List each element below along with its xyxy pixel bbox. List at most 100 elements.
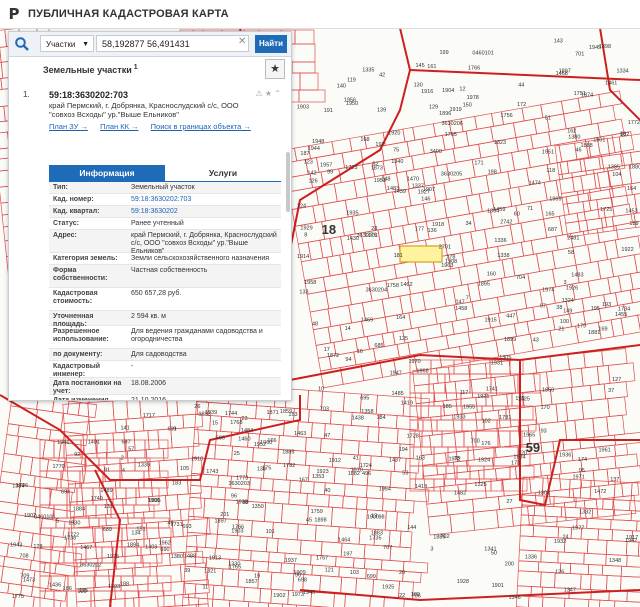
parcel-number-label: 1961 [599, 447, 611, 453]
parcel-number-label: 166 [267, 438, 276, 444]
parcel-number-label: 1772 [628, 120, 640, 126]
parcel-number-label: 1385 [608, 165, 620, 171]
parcel-number-label: 1971 [573, 474, 585, 480]
parcel-number-label: 24 [563, 535, 569, 541]
parcel-number-label: 1472 [594, 489, 606, 495]
attribute-key: Кад. номер: [53, 196, 94, 203]
parcel-number-label: 1339 [138, 463, 150, 469]
parcel-number-label: 3630206 [442, 121, 463, 127]
search-input[interactable]: 58,192877 56,491431 [96, 35, 249, 52]
result-action-icons[interactable]: ⚠ ★ ⌃ [256, 89, 282, 98]
parcel-number-label: 1942 [625, 538, 637, 544]
clear-icon[interactable]: ✕ [238, 36, 246, 47]
parcel-number-label: 690 [160, 547, 169, 553]
result-number: 1. [23, 90, 30, 99]
result-item[interactable]: 1. 59:18:3630202:703 край Пермский, г. Д… [23, 87, 282, 131]
parcel-number-label: 136 [428, 228, 437, 234]
parcel-number-label: 1921 [477, 394, 489, 400]
plan-kk-link[interactable]: План КК → [100, 122, 139, 131]
attribute-row: Кад. номер: 59:18:3630202:703 [49, 194, 281, 206]
tab-information[interactable]: Информация [49, 165, 165, 181]
parcel-number-label: 1470 [407, 176, 419, 182]
parcel-number-label: 1978 [467, 95, 479, 101]
parcel-number-label: 104 [612, 172, 621, 178]
parcel-number-label: 143 [554, 38, 563, 44]
parcel-number-label: 1939 [205, 410, 217, 416]
parcel-number-label: 180 [411, 592, 420, 598]
parcel-number-label: 167 [299, 478, 308, 484]
parcel-number-label: 48 [312, 321, 318, 327]
parcel-number-label: 3 [430, 546, 433, 552]
parcel-number-label: 164 [627, 186, 636, 192]
parcel-number-label: 140 [337, 84, 346, 90]
parcel-number-label: 177 [415, 226, 424, 232]
search-row: Участки ▼ 58,192877 56,491431 ✕ Найти [9, 32, 291, 57]
parcel-number-label: 1455 [615, 312, 627, 318]
find-button[interactable]: Найти [255, 35, 287, 53]
attribute-value: 2 594 кв. м [131, 313, 166, 320]
parcel-number-label: 45 [306, 517, 312, 523]
search-type-select[interactable]: Участки ▼ [40, 35, 94, 52]
parcel-number-label: 179 [577, 324, 586, 330]
attribute-key: Кадастровый инженер: [53, 363, 101, 378]
parcel-number-label: 14 [345, 326, 351, 332]
parcel-number-label: 125 [399, 336, 408, 342]
parcel-number-label: 1915 [485, 318, 497, 324]
parcel-number-label: 137 [610, 477, 619, 483]
parcel-number-label: 1453 [625, 209, 637, 215]
parcel-number-label: 1334 [617, 69, 629, 75]
parcel-number-label: 43 [533, 337, 539, 343]
results-header: Земельные участки 1 ★ [9, 57, 291, 81]
parcel-number-label: 19 [254, 574, 260, 580]
parcel-number-label: 1933 [453, 415, 465, 421]
parcel-number-label: 117 [460, 390, 469, 396]
parcel-number-label: 187 [300, 151, 309, 157]
parcel-number-label: 1922 [621, 247, 633, 253]
parcel-number-label: 1321 [204, 569, 216, 575]
parcel-number-label: 147 [456, 299, 465, 305]
panel-scrollbar[interactable] [286, 152, 290, 212]
plan-zu-link[interactable]: План ЗУ → [49, 122, 88, 131]
tab-services[interactable]: Услуги [165, 165, 281, 181]
parcel-number-label: 1749 [91, 496, 103, 502]
parcel-number-label: 1484 [241, 428, 253, 434]
parcel-number-label: 3 [564, 280, 567, 286]
parcel-number-label: 1968 [416, 369, 428, 375]
parcel-number-label: 1723 [345, 165, 357, 171]
search-icon[interactable] [14, 36, 30, 52]
attribute-key: Дата изменения сведений в ГКН: [53, 397, 109, 401]
parcel-number-label: 3630201 [357, 233, 378, 239]
parcel-number-label: 41 [353, 455, 359, 461]
attribute-key: Кадастровая стоимость: [53, 290, 98, 305]
parcel-number-label: 1974 [542, 288, 554, 294]
parcel-number-label: 146 [421, 196, 430, 202]
attribute-value: Частная собственность [131, 267, 208, 274]
attribute-key: Категория земель: [53, 255, 118, 262]
parcel-number-label: 1325 [474, 482, 486, 488]
parcel-number-label: 685 [374, 343, 383, 349]
parcel-number-label: 131 [104, 504, 113, 510]
parcel-number-label: 1335 [362, 68, 374, 74]
favorite-star-button[interactable]: ★ [265, 59, 285, 79]
attribute-row: Тип: Земельный участок [49, 182, 281, 194]
result-id[interactable]: 59:18:3630202:703 [49, 90, 281, 100]
parcel-number-label: 1728 [407, 433, 419, 439]
parcel-number-label: 71 [527, 206, 533, 212]
parcel-number-label: 34 [466, 221, 472, 227]
attribute-row: Дата постановки на учет: 18.08.2006 [49, 378, 281, 395]
attribute-value[interactable]: 59:18:3630202:703 [131, 196, 279, 204]
parcel-number-label: 1930 [68, 520, 80, 526]
parcel-number-label: 51 [545, 115, 551, 121]
search-in-bounds-link[interactable]: Поиск в границах объекта → [151, 122, 251, 131]
attribute-value[interactable]: 59:18:3630202 [131, 208, 279, 216]
attribute-value: Для садоводства [131, 351, 187, 358]
parcel-number-label: 689 [103, 527, 112, 533]
parcel-number-label: 174 [578, 457, 587, 463]
parcel-number-label: 1859 [280, 409, 292, 415]
parcel-number-label: 133 [299, 289, 308, 295]
parcel-number-label: 52 [373, 161, 379, 167]
parcel-number-label: 164 [396, 315, 405, 321]
parcel-number-label: 1914 [297, 254, 309, 260]
parcel-number-label: 700 [471, 438, 480, 444]
selected-parcel [399, 245, 443, 263]
